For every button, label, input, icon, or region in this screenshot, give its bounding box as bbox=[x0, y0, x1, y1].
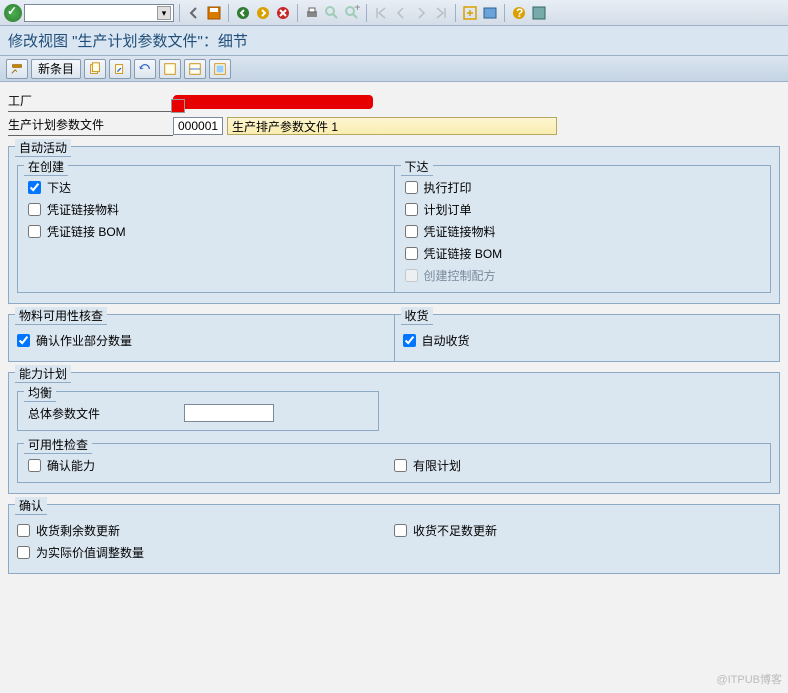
group-material-avail: 物料可用性核查 确认作业部分数量 bbox=[8, 314, 395, 362]
exit-icon[interactable] bbox=[254, 4, 272, 22]
toggle-display-icon[interactable] bbox=[6, 59, 28, 79]
last-page-icon[interactable] bbox=[432, 4, 450, 22]
lbl-rel-ctrl-recipe: 创建控制配方 bbox=[424, 267, 496, 284]
chk-gr-short[interactable] bbox=[394, 524, 407, 537]
copy-icon[interactable] bbox=[84, 59, 106, 79]
lbl-confirm-partial: 确认作业部分数量 bbox=[36, 332, 132, 349]
system-toolbar: ▾ + ? bbox=[0, 0, 788, 26]
chk-create-doc-mat[interactable] bbox=[28, 203, 41, 216]
overall-profile-input[interactable] bbox=[184, 404, 274, 422]
svg-text:?: ? bbox=[516, 6, 523, 20]
enter-icon[interactable] bbox=[4, 4, 22, 22]
shortcut-icon[interactable] bbox=[481, 4, 499, 22]
chk-rel-plan[interactable] bbox=[405, 203, 418, 216]
command-field[interactable]: ▾ bbox=[24, 4, 174, 22]
lbl-gr-short: 收货不足数更新 bbox=[413, 522, 497, 539]
help-icon[interactable]: ? bbox=[510, 4, 528, 22]
profile-row: 生产计划参数文件 bbox=[8, 116, 780, 136]
lbl-rel-plan: 计划订单 bbox=[424, 201, 472, 218]
group-auto-activity: 自动活动 在创建 下达 凭证链接物料 凭证链接 BOM 下达 执行打印 计划订单… bbox=[8, 146, 780, 304]
group-confirm: 确认 收货剩余数更新 收货不足数更新 为实际价值调整数量 bbox=[8, 504, 780, 574]
next-page-icon[interactable] bbox=[412, 4, 430, 22]
group-auto-activity-legend: 自动活动 bbox=[15, 139, 71, 157]
profile-label: 生产计划参数文件 bbox=[8, 116, 173, 136]
release-legend: 下达 bbox=[401, 158, 433, 176]
prev-page-icon[interactable] bbox=[392, 4, 410, 22]
layout-icon[interactable] bbox=[530, 4, 548, 22]
lbl-auto-gr: 自动收货 bbox=[422, 332, 470, 349]
subgroup-avail-check: 可用性检查 确认能力 有限计划 bbox=[17, 443, 771, 483]
chk-confirm-capacity[interactable] bbox=[28, 459, 41, 472]
confirm-legend: 确认 bbox=[15, 497, 47, 515]
lbl-rel-doc-bom: 凭证链接 BOM bbox=[424, 245, 503, 262]
dropdown-icon[interactable]: ▾ bbox=[157, 6, 171, 20]
print-icon[interactable] bbox=[303, 4, 321, 22]
app-toolbar: 新条目 bbox=[0, 56, 788, 82]
first-page-icon[interactable] bbox=[372, 4, 390, 22]
profile-desc-input[interactable] bbox=[227, 117, 557, 135]
cancel-icon[interactable] bbox=[274, 4, 292, 22]
chk-rel-print[interactable] bbox=[405, 181, 418, 194]
avail-check-legend: 可用性检查 bbox=[24, 436, 92, 454]
find-next-icon[interactable]: + bbox=[343, 4, 361, 22]
on-create-legend: 在创建 bbox=[24, 158, 68, 176]
overall-profile-label: 总体参数文件 bbox=[28, 405, 158, 422]
watermark: @ITPUB博客 bbox=[716, 671, 782, 687]
plant-label: 工厂 bbox=[8, 92, 173, 112]
find-icon[interactable] bbox=[323, 4, 341, 22]
lbl-create-doc-mat: 凭证链接物料 bbox=[47, 201, 119, 218]
lbl-rel-print: 执行打印 bbox=[424, 179, 472, 196]
chk-rel-ctrl-recipe bbox=[405, 269, 418, 282]
subgroup-release: 下达 执行打印 计划订单 凭证链接物料 凭证链接 BOM 创建控制配方 bbox=[394, 165, 772, 293]
new-session-icon[interactable] bbox=[461, 4, 479, 22]
chk-confirm-partial[interactable] bbox=[17, 334, 30, 347]
profile-code-input[interactable] bbox=[173, 117, 223, 135]
chk-rel-doc-bom[interactable] bbox=[405, 247, 418, 260]
save-icon[interactable] bbox=[205, 4, 223, 22]
content-area: 工厂 生产计划参数文件 自动活动 在创建 下达 凭证链接物料 凭证链接 BOM … bbox=[0, 82, 788, 594]
material-avail-legend: 物料可用性核查 bbox=[15, 307, 107, 325]
deselect-icon[interactable] bbox=[184, 59, 206, 79]
select-all-icon[interactable] bbox=[159, 59, 181, 79]
chk-create-doc-bom[interactable] bbox=[28, 225, 41, 238]
chk-adj-actual[interactable] bbox=[17, 546, 30, 559]
back-icon[interactable] bbox=[185, 4, 203, 22]
group-goods-receipt: 收货 自动收货 bbox=[394, 314, 781, 362]
lbl-adj-actual: 为实际价值调整数量 bbox=[36, 544, 144, 561]
chk-rel-doc-mat[interactable] bbox=[405, 225, 418, 238]
lbl-create-doc-bom: 凭证链接 BOM bbox=[47, 223, 126, 240]
new-entry-button[interactable]: 新条目 bbox=[31, 59, 81, 79]
subgroup-on-create: 在创建 下达 凭证链接物料 凭证链接 BOM bbox=[17, 165, 395, 293]
balance-legend: 均衡 bbox=[24, 384, 56, 402]
print-config-icon[interactable] bbox=[209, 59, 231, 79]
plant-value-redacted bbox=[173, 95, 373, 109]
back-nav-icon[interactable] bbox=[234, 4, 252, 22]
lbl-gr-remain: 收货剩余数更新 bbox=[36, 522, 120, 539]
lbl-finite-plan: 有限计划 bbox=[413, 457, 461, 474]
gr-legend: 收货 bbox=[401, 307, 433, 325]
plant-row: 工厂 bbox=[8, 92, 780, 112]
delete-icon[interactable] bbox=[109, 59, 131, 79]
lbl-create-release: 下达 bbox=[47, 179, 71, 196]
chk-finite-plan[interactable] bbox=[394, 459, 407, 472]
svg-text:+: + bbox=[354, 5, 360, 14]
chk-auto-gr[interactable] bbox=[403, 334, 416, 347]
page-title: 修改视图 "生产计划参数文件"：细节 bbox=[0, 26, 788, 56]
capacity-legend: 能力计划 bbox=[15, 365, 71, 383]
subgroup-balance: 均衡 总体参数文件 bbox=[17, 391, 379, 431]
lbl-rel-doc-mat: 凭证链接物料 bbox=[424, 223, 496, 240]
chk-create-release[interactable] bbox=[28, 181, 41, 194]
lbl-confirm-capacity: 确认能力 bbox=[47, 457, 95, 474]
group-capacity: 能力计划 均衡 总体参数文件 可用性检查 确认能力 有限计划 bbox=[8, 372, 780, 494]
chk-gr-remain[interactable] bbox=[17, 524, 30, 537]
undo-icon[interactable] bbox=[134, 59, 156, 79]
